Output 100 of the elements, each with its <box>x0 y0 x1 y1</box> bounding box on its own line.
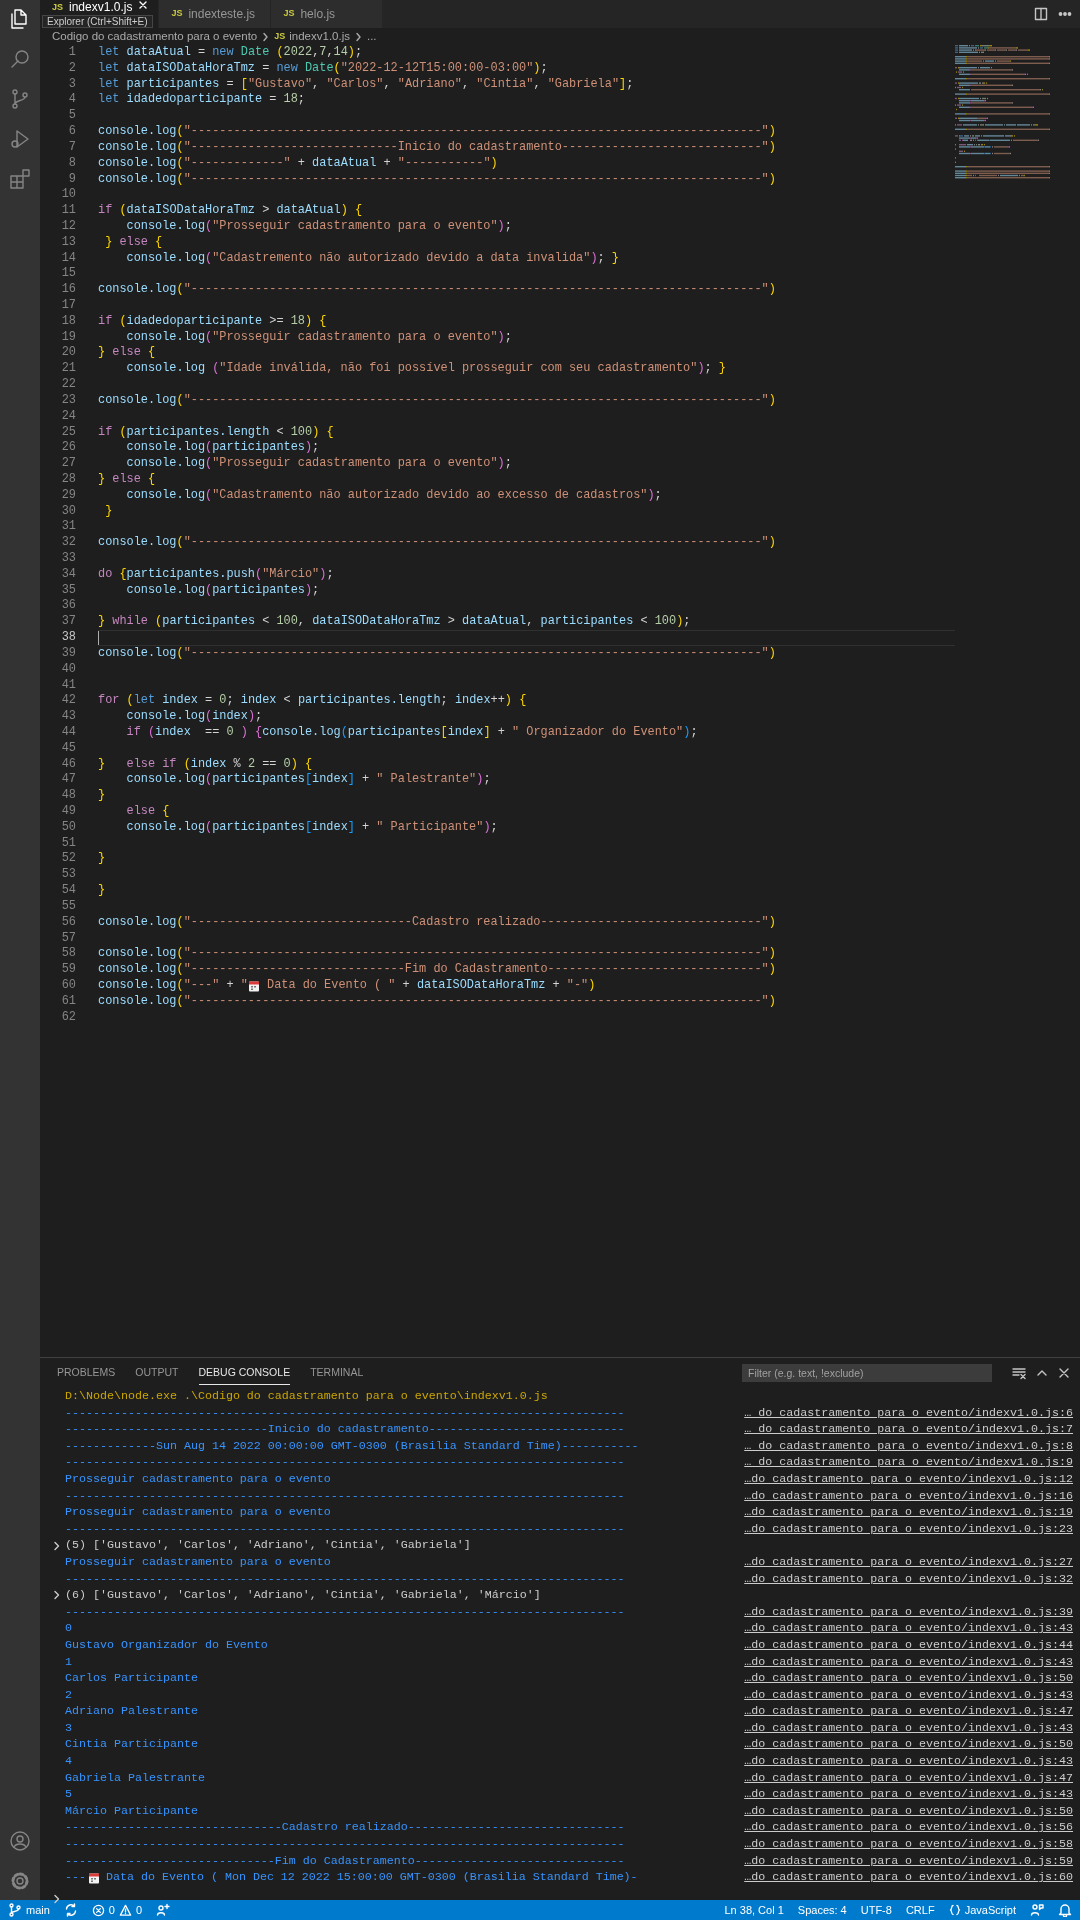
source-link[interactable]: …do cadastramento para o evento/indexv1.0.js:43 <box>744 1753 1073 1770</box>
share-icon[interactable] <box>156 1903 171 1917</box>
code-line: console.log(participantes); <box>125 440 320 457</box>
source-link[interactable]: …do cadastramento para o evento/indexv1.0.js:47 <box>744 1769 1073 1787</box>
extensions-icon[interactable] <box>8 167 32 191</box>
line-number: 50 <box>60 819 76 836</box>
console-output: 4 <box>65 1753 72 1770</box>
console-output: ------------------------------Fim do Cadastramento------------------------------ <box>65 1852 625 1870</box>
breadcrumb-item[interactable]: JS indexv1.0.js <box>274 27 350 46</box>
problems-status-item[interactable]: 0 0 <box>91 1901 143 1919</box>
source-link[interactable]: …do cadastramento para o evento/indexv1.0.js:50 <box>744 1670 1073 1687</box>
bell-icon[interactable] <box>1058 1903 1072 1917</box>
source-link[interactable]: …do cadastramento para o evento/indexv1.0.js:47 <box>744 1703 1073 1720</box>
line-number: 22 <box>60 377 76 393</box>
code-line: let dataISODataHoraTmz = new Date("2022-12-12T15:00:00-03:00"); <box>98 60 548 77</box>
source-link[interactable]: …do cadastramento para o evento/indexv1.0.js:16 <box>744 1487 1073 1505</box>
source-link[interactable]: …do cadastramento para o evento/indexv1.0.js:59 <box>744 1852 1073 1870</box>
source-link[interactable]: …do cadastramento para o evento/indexv1.0.js:50 <box>744 1802 1073 1820</box>
source-link[interactable]: …do cadastramento para o evento/indexv1.0.js:43 <box>744 1620 1073 1637</box>
code-line: if (index == 0 ) {console.log(participantes[index] + " Organizador do Evento"); <box>125 724 698 741</box>
code-line: console.log("--------------------------------------------------------------------------------") <box>98 282 776 298</box>
line-number: 9 <box>67 171 76 188</box>
source-link[interactable]: …do cadastramento para o evento/indexv1.0.js:27 <box>744 1553 1073 1571</box>
source-link[interactable]: …do cadastramento para o evento/indexv1.0.js:44 <box>744 1636 1073 1654</box>
source-link[interactable]: …do cadastramento para o evento/indexv1.0.js:58 <box>744 1836 1073 1853</box>
sync-icon[interactable] <box>63 1903 78 1917</box>
line-number: 61 <box>60 993 76 1010</box>
expand-chevron-icon[interactable] <box>53 1590 61 1601</box>
source-link[interactable]: …do cadastramento para o evento/indexv1.0.js:12 <box>744 1470 1073 1488</box>
console-output: Márcio Participante <box>65 1802 198 1820</box>
line-number: 38 <box>60 630 76 646</box>
text-status-item[interactable]: Ln 38, Col 1 <box>724 1901 784 1919</box>
line-number: 46 <box>60 756 76 773</box>
console-output: -------------Sun Aug 14 2022 00:00:00 GMT-0300 (Brasilia Standard Time)----------- <box>65 1437 639 1455</box>
editor-tab[interactable]: JS helo.js <box>271 0 384 28</box>
filter-field[interactable]: Filter (e.g. text, !exclude) <box>742 1364 992 1382</box>
breadcrumb-item[interactable]: ... <box>367 27 377 46</box>
code-line: } while (participantes < 100, dataISODataHoraTmz > dataAtual, participantes < 100); <box>98 614 691 631</box>
expand-chevron-icon[interactable] <box>53 1540 61 1551</box>
line-number: 49 <box>60 804 76 820</box>
source-link[interactable]: …do cadastramento para o evento/indexv1.0.js:43 <box>744 1719 1073 1737</box>
line-number: 58 <box>60 946 76 963</box>
code-line: } else { <box>98 471 156 488</box>
code-line: console.log("--------------------------------------------------------------------------------") <box>98 171 776 188</box>
line-number: 37 <box>60 614 76 631</box>
line-number: 4 <box>67 92 76 109</box>
source-link[interactable]: … do cadastramento para o evento/indexv1.0.js:8 <box>744 1437 1073 1455</box>
clear-console-icon[interactable] <box>1012 1366 1026 1380</box>
panel-tab[interactable]: PROBLEMS <box>57 1361 116 1385</box>
source-link[interactable]: …do cadastramento para o evento/indexv1.0.js:39 <box>744 1603 1073 1621</box>
code-line: console.log("--------------------------------------------------------------------------------") <box>98 124 776 140</box>
source-link[interactable]: …do cadastramento para o evento/indexv1.0.js:43 <box>744 1786 1073 1803</box>
split-editor-icon[interactable] <box>1034 7 1048 21</box>
source-link[interactable]: …do cadastramento para o evento/indexv1.0.js:32 <box>744 1570 1073 1588</box>
language-status-item[interactable]: JavaScript <box>948 1901 1016 1919</box>
console-output: 1 <box>65 1653 72 1671</box>
feedback-icon[interactable] <box>1030 1903 1044 1917</box>
console-output: -------------------------------------------------------------------------------- <box>65 1570 625 1588</box>
panel-tab[interactable]: TERMINAL <box>310 1361 364 1385</box>
code-line: console.log("--------------------------------------------------------------------------------") <box>98 645 776 662</box>
line-number: 32 <box>60 535 76 551</box>
breadcrumb-item[interactable]: Codigo do cadastramento para o evento <box>52 27 258 46</box>
console-output: Prosseguir cadastramento para o evento <box>65 1470 331 1488</box>
source-link[interactable]: …do cadastramento para o evento/indexv1.0.js:43 <box>744 1686 1073 1704</box>
line-number: 19 <box>60 329 76 346</box>
text-status-item[interactable]: Spaces: 4 <box>797 1901 847 1919</box>
tooltip: Explorer (Ctrl+Shift+E) <box>42 15 153 28</box>
line-number: 25 <box>60 424 76 441</box>
code-line: } else if (index % 2 == 0) { <box>98 756 313 773</box>
source-link[interactable]: …do cadastramento para o evento/indexv1.0.js:43 <box>744 1653 1073 1671</box>
console-output: D:\Node\node.exe .\Codigo do cadastramento para o evento\indexv1.0.js <box>65 1388 548 1405</box>
console-output: -------------------------------Cadastro realizado------------------------------- <box>65 1819 625 1837</box>
editor-tab[interactable]: JS indexteste.js <box>159 0 272 28</box>
text-status-item[interactable]: UTF-8 <box>860 1901 892 1919</box>
line-number: 51 <box>60 835 76 852</box>
line-number: 62 <box>60 1009 76 1026</box>
code-line: console.log(participantes); <box>125 582 320 599</box>
panel-tab[interactable]: DEBUG CONSOLE <box>198 1361 291 1385</box>
text-status-item[interactable]: CRLF <box>905 1901 935 1919</box>
source-link[interactable]: … do cadastramento para o evento/indexv1.0.js:7 <box>744 1421 1073 1438</box>
code-line: } <box>98 788 106 804</box>
file-type-label: JS <box>171 7 183 21</box>
code-line: console.log(participantes[index] + " Participante"); <box>125 819 498 836</box>
source-link[interactable]: …do cadastramento para o evento/indexv1.0.js:23 <box>744 1520 1073 1538</box>
warning-icon <box>118 1903 132 1917</box>
close-icon[interactable] <box>1058 1367 1070 1379</box>
source-link[interactable]: …do cadastramento para o evento/indexv1.0.js:50 <box>744 1736 1073 1754</box>
source-link[interactable]: …do cadastramento para o evento/indexv1.0.js:56 <box>744 1819 1073 1837</box>
file-type-label: JS <box>274 29 286 43</box>
panel-tab[interactable]: OUTPUT <box>135 1361 179 1385</box>
line-number: 30 <box>60 503 76 520</box>
source-link[interactable]: … do cadastramento para o evento/indexv1.0.js:6 <box>744 1404 1073 1422</box>
source-link[interactable]: …do cadastramento para o evento/indexv1.0.js:60 <box>744 1869 1073 1886</box>
code-line: } <box>104 503 113 520</box>
source-link[interactable]: … do cadastramento para o evento/indexv1.0.js:9 <box>744 1454 1073 1471</box>
account-icon[interactable] <box>8 1829 32 1853</box>
source-link[interactable]: …do cadastramento para o evento/indexv1.0.js:19 <box>744 1504 1073 1521</box>
line-number: 26 <box>60 440 76 457</box>
line-number: 41 <box>60 677 76 694</box>
branch-status-item[interactable]: main <box>8 1901 50 1919</box>
